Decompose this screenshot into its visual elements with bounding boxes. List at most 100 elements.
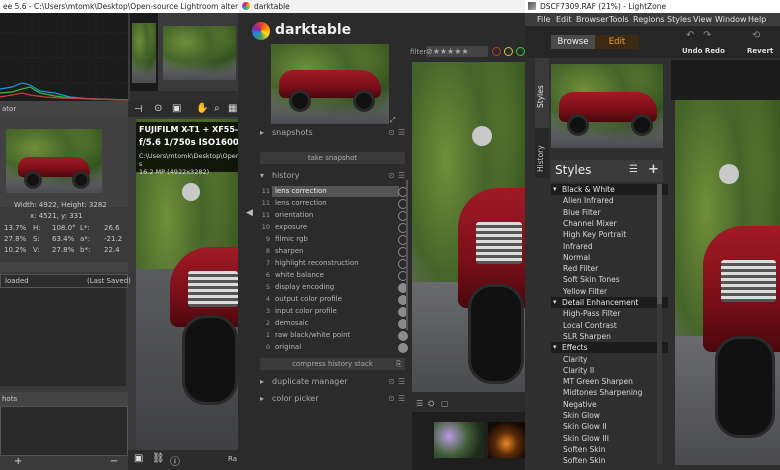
history-header[interactable]: history xyxy=(272,171,300,180)
styles-scrollbar-thumb[interactable] xyxy=(657,184,662,304)
history-row[interactable]: loaded (Last Saved) xyxy=(0,274,131,288)
overlay-icon[interactable]: ▢ xyxy=(441,399,449,408)
style-item[interactable]: Local Contrast xyxy=(555,320,668,331)
history-item[interactable]: sharpen xyxy=(272,246,399,257)
redeye-icon[interactable]: ▣ xyxy=(172,103,181,114)
darkroom-center-image[interactable] xyxy=(412,62,525,392)
style-item[interactable]: Normal xyxy=(555,252,668,263)
info-icon[interactable]: ⓘ xyxy=(170,453,180,468)
style-item[interactable]: Soften Skin xyxy=(555,444,668,455)
style-item[interactable]: Skin Glow II xyxy=(555,421,668,432)
history-item[interactable]: original xyxy=(272,342,399,353)
style-item[interactable]: Blue Filter xyxy=(555,207,668,218)
style-item[interactable]: Skin Glow xyxy=(555,410,668,421)
menu-window[interactable]: Window xyxy=(715,13,747,26)
style-item[interactable]: Negative xyxy=(555,399,668,410)
style-item[interactable]: SLR Sharpen xyxy=(555,331,668,342)
styles-list-icon[interactable]: ☰ xyxy=(629,164,638,175)
star-filter[interactable]: ⊘★★★★★ xyxy=(426,46,488,57)
history-item[interactable]: demosaic xyxy=(272,318,399,329)
snapshots-header[interactable]: snapshots xyxy=(272,128,313,137)
green-label-icon[interactable] xyxy=(516,47,525,56)
history-item[interactable]: output color profile xyxy=(272,294,399,305)
history-item[interactable]: raw black/white point xyxy=(272,330,399,341)
thumbnail-selected[interactable] xyxy=(163,26,236,80)
browse-button[interactable]: Browse xyxy=(551,35,595,49)
menu-help[interactable]: Help xyxy=(748,13,766,26)
filmstrip-thumbnail[interactable] xyxy=(434,422,484,458)
style-group-header[interactable]: Effects xyxy=(551,342,668,354)
duplicate-manager-header[interactable]: duplicate manager xyxy=(272,377,348,386)
reset-icon[interactable]: ⊙ xyxy=(388,171,395,180)
menu-tools[interactable]: Tools xyxy=(609,13,629,26)
thumbnail[interactable] xyxy=(132,23,156,83)
style-item[interactable]: High Key Portrait xyxy=(555,229,668,240)
thumb-strip[interactable] xyxy=(130,13,158,91)
revert-icon[interactable]: ⟲ xyxy=(752,30,760,41)
red-label-icon[interactable] xyxy=(492,47,501,56)
styles-scrollbar[interactable] xyxy=(657,184,662,464)
reset-icon[interactable]: ⊙ xyxy=(388,128,395,137)
navigation-thumbnail[interactable] xyxy=(271,44,389,124)
color-picker-expander[interactable]: ▸ xyxy=(260,394,264,403)
redo-icon[interactable]: ↷ xyxy=(703,30,711,41)
zoom-indicator-icon[interactable]: ⤢ xyxy=(390,116,396,125)
styles-tab[interactable]: Styles xyxy=(535,58,549,128)
presets-icon[interactable]: ☰ xyxy=(398,128,405,137)
history-item[interactable]: input color profile xyxy=(272,306,399,317)
history-tab[interactable]: History xyxy=(535,128,549,178)
menu-browser[interactable]: Browser xyxy=(576,13,608,26)
presets-icon[interactable]: ☰ xyxy=(398,171,405,180)
presets-icon[interactable]: ☰ xyxy=(398,377,405,386)
style-item[interactable]: Midtones Sharpening xyxy=(555,387,668,398)
presets-icon[interactable]: ☰ xyxy=(398,394,405,403)
style-item[interactable]: Skin Glow III xyxy=(555,433,668,444)
save-icon[interactable]: ▣ xyxy=(134,453,143,464)
yellow-label-icon[interactable] xyxy=(504,47,513,56)
history-item[interactable]: orientation xyxy=(272,210,399,221)
history-item[interactable]: lens correction xyxy=(272,186,399,197)
style-item[interactable]: MT Green Sharpen xyxy=(555,376,668,387)
crop-icon[interactable]: ⊣ xyxy=(134,104,143,115)
add-snapshot-icon[interactable]: + xyxy=(14,456,22,467)
hand-icon[interactable]: ✋ xyxy=(196,103,208,114)
expand-icon[interactable]: ▾ xyxy=(553,342,557,353)
grid-icon[interactable]: ▦ xyxy=(228,103,237,114)
duplicate-expander[interactable]: ▸ xyxy=(260,377,264,386)
history-item[interactable]: filmic rgb xyxy=(272,234,399,245)
style-item[interactable]: Alien Infrared xyxy=(555,195,668,206)
reset-icon[interactable]: ⊙ xyxy=(388,394,395,403)
zoom-icon[interactable]: ⌕ xyxy=(214,103,220,114)
style-group-header[interactable]: Detail Enhancement xyxy=(551,297,668,309)
copy-history-icon[interactable]: ⎘ xyxy=(396,360,402,369)
expand-icon[interactable]: ▾ xyxy=(553,184,557,195)
style-item[interactable]: Soft Skin Tones xyxy=(555,274,668,285)
style-item[interactable]: Clarity II xyxy=(555,365,668,376)
add-style-icon[interactable]: + xyxy=(648,162,659,177)
menu-edit[interactable]: Edit xyxy=(556,13,572,26)
undo-icon[interactable]: ↶ xyxy=(686,30,694,41)
history-item[interactable]: exposure xyxy=(272,222,399,233)
history-item[interactable]: lens correction xyxy=(272,198,399,209)
color-picker-header[interactable]: color picker xyxy=(272,394,319,403)
take-snapshot-button[interactable]: take snapshot xyxy=(260,152,405,164)
snapshots-expander[interactable]: ▸ xyxy=(260,128,264,137)
style-item[interactable]: Clarity xyxy=(555,354,668,365)
filmstrip-thumbnail[interactable] xyxy=(488,422,525,458)
expand-icon[interactable]: ▾ xyxy=(553,297,557,308)
menu-view[interactable]: View xyxy=(693,13,712,26)
edit-button[interactable]: Edit xyxy=(595,35,639,49)
remove-snapshot-icon[interactable]: − xyxy=(110,456,118,467)
style-item[interactable]: High-Pass Filter xyxy=(555,308,668,319)
menu-icon[interactable]: ☰ xyxy=(416,399,423,408)
style-group-header[interactable]: Black & White xyxy=(551,184,668,196)
style-item[interactable]: Yellow Filter xyxy=(555,286,668,297)
menu-regions[interactable]: Regions xyxy=(633,13,665,26)
style-item[interactable]: Infrared xyxy=(555,241,668,252)
history-item[interactable]: white balance xyxy=(272,270,399,281)
menu-file[interactable]: File xyxy=(537,13,550,26)
history-expander[interactable]: ▾ xyxy=(260,171,264,180)
link-icon[interactable]: ⛓ xyxy=(152,453,165,464)
spot-icon[interactable]: ⊙ xyxy=(154,103,162,114)
compress-history-button[interactable]: compress history stack xyxy=(260,358,405,370)
